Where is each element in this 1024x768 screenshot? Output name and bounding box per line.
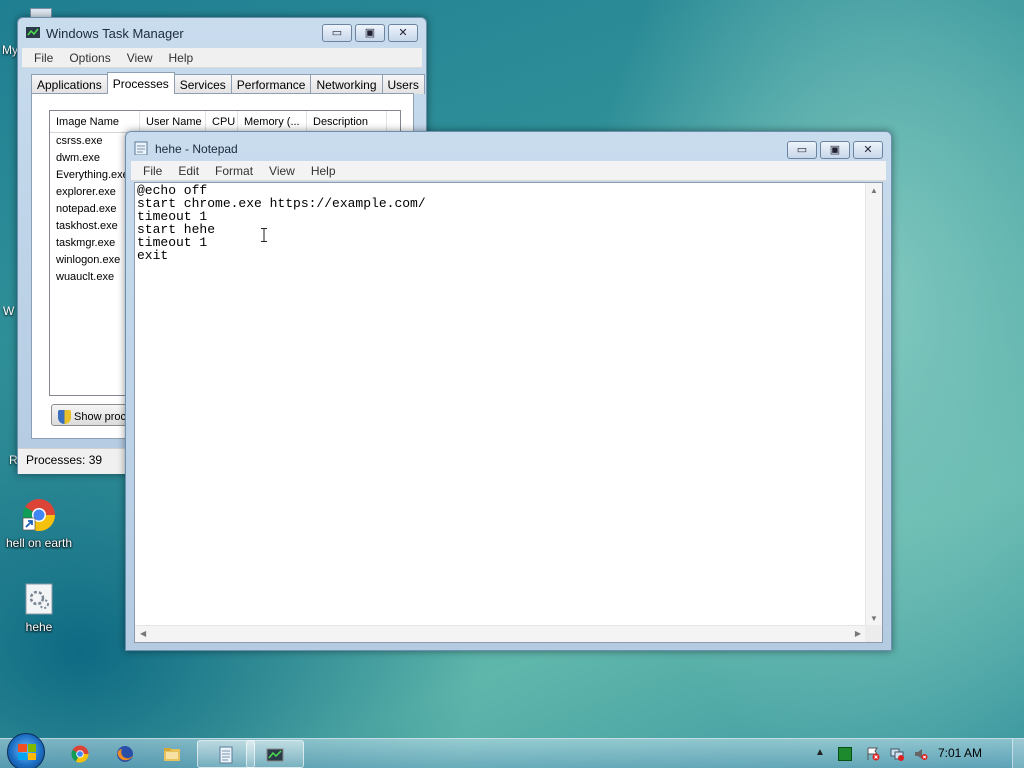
horizontal-scrollbar[interactable]: ◀ ▶	[135, 625, 866, 642]
menu-view[interactable]: View	[261, 164, 303, 178]
desktop-icon-hehe[interactable]: hehe	[0, 582, 78, 634]
menu-file[interactable]: File	[135, 164, 170, 178]
process-list-header: Image Name User Name CPU Memory (... Des…	[50, 111, 400, 133]
text-cursor-icon	[261, 228, 267, 242]
menu-edit[interactable]: Edit	[170, 164, 207, 178]
minimize-button[interactable]: ▭	[322, 24, 352, 42]
scroll-up-icon[interactable]: ▲	[870, 186, 878, 195]
maximize-button[interactable]: ▣	[820, 141, 850, 159]
menu-bar: File Options View Help	[22, 48, 422, 68]
menu-help[interactable]: Help	[303, 164, 344, 178]
scroll-left-icon[interactable]: ◀	[140, 629, 146, 638]
tab-strip: Applications Processes Services Performa…	[31, 72, 425, 94]
text-editor[interactable]: @echo off start chrome.exe https://examp…	[134, 182, 883, 643]
title-bar[interactable]: hehe - Notepad ▭ ▣ ✕	[126, 132, 891, 162]
notepad-icon	[134, 141, 148, 156]
desktop-icon-hell-on-earth[interactable]: hell on earth	[0, 498, 78, 550]
title-bar[interactable]: Windows Task Manager ▭ ▣ ✕	[18, 18, 426, 48]
scroll-right-icon[interactable]: ▶	[855, 629, 861, 638]
menu-options[interactable]: Options	[61, 51, 118, 65]
column-image-name[interactable]: Image Name	[50, 111, 140, 132]
start-button[interactable]	[7, 733, 45, 768]
column-memory[interactable]: Memory (...	[238, 111, 307, 132]
desktop-icon-label: hell on earth	[5, 536, 73, 550]
vertical-scrollbar[interactable]: ▲ ▼	[865, 183, 882, 626]
uac-shield-icon	[58, 409, 71, 424]
batch-file-icon	[22, 582, 56, 616]
firefox-icon	[117, 746, 133, 762]
column-cpu[interactable]: CPU	[206, 111, 238, 132]
show-desktop-button[interactable]	[1012, 739, 1024, 768]
notepad-icon	[219, 746, 233, 764]
menu-file[interactable]: File	[26, 51, 61, 65]
tab-users[interactable]: Users	[381, 74, 425, 94]
minimize-button[interactable]: ▭	[787, 141, 817, 159]
task-manager-tray-icon[interactable]	[838, 747, 852, 761]
menu-view[interactable]: View	[119, 51, 161, 65]
desktop-icon-label-w[interactable]: W	[3, 304, 14, 318]
window-title: hehe - Notepad	[155, 142, 238, 156]
action-center-icon[interactable]	[866, 747, 880, 761]
tab-networking[interactable]: Networking	[310, 74, 383, 94]
task-manager-icon	[26, 26, 40, 40]
menu-help[interactable]: Help	[161, 51, 202, 65]
close-button[interactable]: ✕	[853, 141, 883, 159]
desktop-icon-label: hehe	[25, 620, 53, 634]
tab-applications[interactable]: Applications	[31, 74, 108, 94]
taskbar-explorer[interactable]	[144, 740, 202, 768]
windows-logo-icon	[18, 744, 36, 760]
column-description[interactable]: Description	[307, 111, 387, 132]
close-button[interactable]: ✕	[388, 24, 418, 42]
show-hidden-icons-icon[interactable]: ▲	[815, 747, 829, 761]
tab-processes[interactable]: Processes	[106, 72, 175, 94]
explorer-folder-icon	[164, 748, 180, 761]
chrome-shortcut-icon	[22, 498, 56, 532]
editor-content[interactable]: @echo off start chrome.exe https://examp…	[137, 184, 426, 262]
show-processes-label: Show proce	[74, 410, 133, 423]
chrome-icon	[71, 745, 89, 763]
process-count: Processes: 39	[26, 453, 103, 467]
resize-grip-icon[interactable]	[865, 625, 882, 642]
clock[interactable]: 7:01 AM	[938, 746, 982, 760]
task-manager-icon	[266, 748, 284, 762]
taskbar-task-manager[interactable]	[246, 740, 304, 768]
maximize-button[interactable]: ▣	[355, 24, 385, 42]
volume-muted-icon[interactable]	[914, 747, 928, 761]
window-title: Windows Task Manager	[46, 26, 184, 41]
taskbar: ▲ 7:01 AM	[0, 733, 1024, 768]
tab-services[interactable]: Services	[173, 74, 232, 94]
notepad-window[interactable]: hehe - Notepad ▭ ▣ ✕ File Edit Format Vi…	[125, 131, 892, 651]
column-user-name[interactable]: User Name	[140, 111, 206, 132]
desktop-icon-label-my[interactable]: My	[2, 43, 18, 57]
network-icon[interactable]	[890, 747, 904, 761]
menu-bar: File Edit Format View Help	[131, 161, 886, 181]
tab-performance[interactable]: Performance	[230, 74, 312, 94]
menu-format[interactable]: Format	[207, 164, 261, 178]
scroll-down-icon[interactable]: ▼	[870, 614, 878, 623]
